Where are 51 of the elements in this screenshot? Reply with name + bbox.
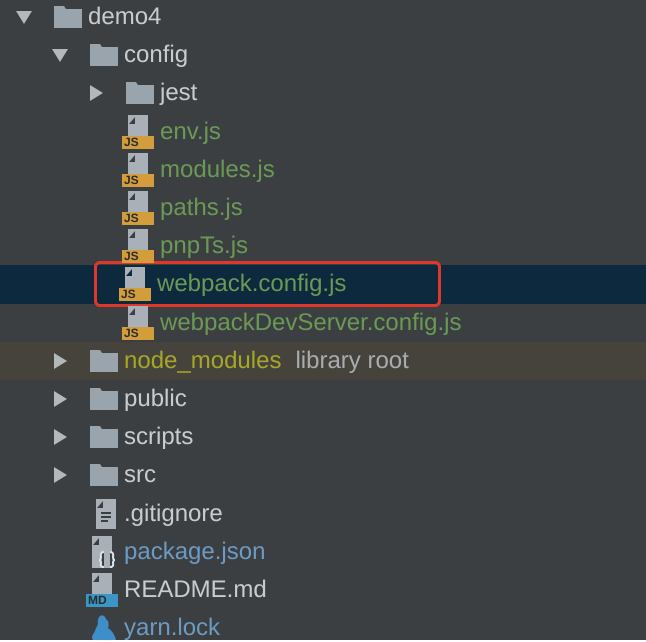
folder-icon xyxy=(126,82,154,104)
file-name[interactable]: paths.js xyxy=(160,190,243,226)
file-name[interactable]: env.js xyxy=(160,114,221,150)
tree-row[interactable]: config xyxy=(0,36,646,74)
tree-row[interactable]: .gitignore xyxy=(0,494,646,533)
file-name[interactable]: public xyxy=(124,380,187,417)
file-name[interactable]: package.json xyxy=(124,534,266,570)
file-name[interactable]: pnpTs.js xyxy=(160,228,248,264)
file-name[interactable]: .gitignore xyxy=(124,496,223,532)
expand-arrow-icon[interactable] xyxy=(51,466,69,484)
file-name[interactable]: node_modules xyxy=(124,342,282,379)
tree-row[interactable]: yarn.lock xyxy=(0,609,646,640)
file-name[interactable]: webpack.config.js xyxy=(157,266,346,302)
folder-icon xyxy=(90,464,118,486)
folder-icon xyxy=(90,388,118,410)
file-name[interactable]: jest xyxy=(160,75,198,112)
tree-row[interactable]: JS modules.js xyxy=(0,150,646,189)
folder-icon xyxy=(90,44,118,66)
tree-row[interactable]: JS webpackDevServer.config.js xyxy=(0,304,646,342)
file-name[interactable]: demo4 xyxy=(88,0,162,36)
text-file-icon xyxy=(96,498,118,529)
excluded-tree-row[interactable]: node_modules library root xyxy=(0,342,646,380)
tree-row[interactable]: JS paths.js xyxy=(0,188,646,228)
expand-arrow-icon[interactable] xyxy=(51,428,69,446)
library-root-note: library root xyxy=(295,346,409,376)
tree-row[interactable]: jest xyxy=(0,74,646,113)
tree-row[interactable]: demo4 xyxy=(0,0,646,36)
json-file-icon xyxy=(92,536,118,568)
collapse-arrow-icon[interactable] xyxy=(15,8,33,26)
cat-icon xyxy=(90,614,118,640)
folder-icon xyxy=(90,426,118,448)
tree-row[interactable]: scripts xyxy=(0,418,646,456)
tree-row[interactable]: public xyxy=(0,380,646,418)
folder-icon xyxy=(54,6,82,28)
expand-arrow-icon[interactable] xyxy=(51,390,69,408)
file-name[interactable]: yarn.lock xyxy=(124,610,220,640)
expand-arrow-icon[interactable] xyxy=(87,84,105,102)
expand-arrow-icon[interactable] xyxy=(51,352,69,370)
tree-row[interactable]: MD README.md xyxy=(0,570,646,609)
file-name[interactable]: README.md xyxy=(124,572,267,608)
file-name[interactable]: config xyxy=(124,37,188,74)
tree-row[interactable]: JS env.js xyxy=(0,112,646,151)
tree-row[interactable]: src xyxy=(0,456,646,494)
file-name[interactable]: scripts xyxy=(124,419,194,456)
collapse-arrow-icon[interactable] xyxy=(51,46,69,64)
folder-icon xyxy=(90,350,118,372)
tree-row[interactable]: package.json xyxy=(0,532,646,571)
file-name[interactable]: modules.js xyxy=(160,152,275,188)
file-name[interactable]: src xyxy=(124,457,156,494)
file-name[interactable]: webpackDevServer.config.js xyxy=(160,304,462,341)
tree-row[interactable]: JS pnpTs.js xyxy=(0,227,646,266)
